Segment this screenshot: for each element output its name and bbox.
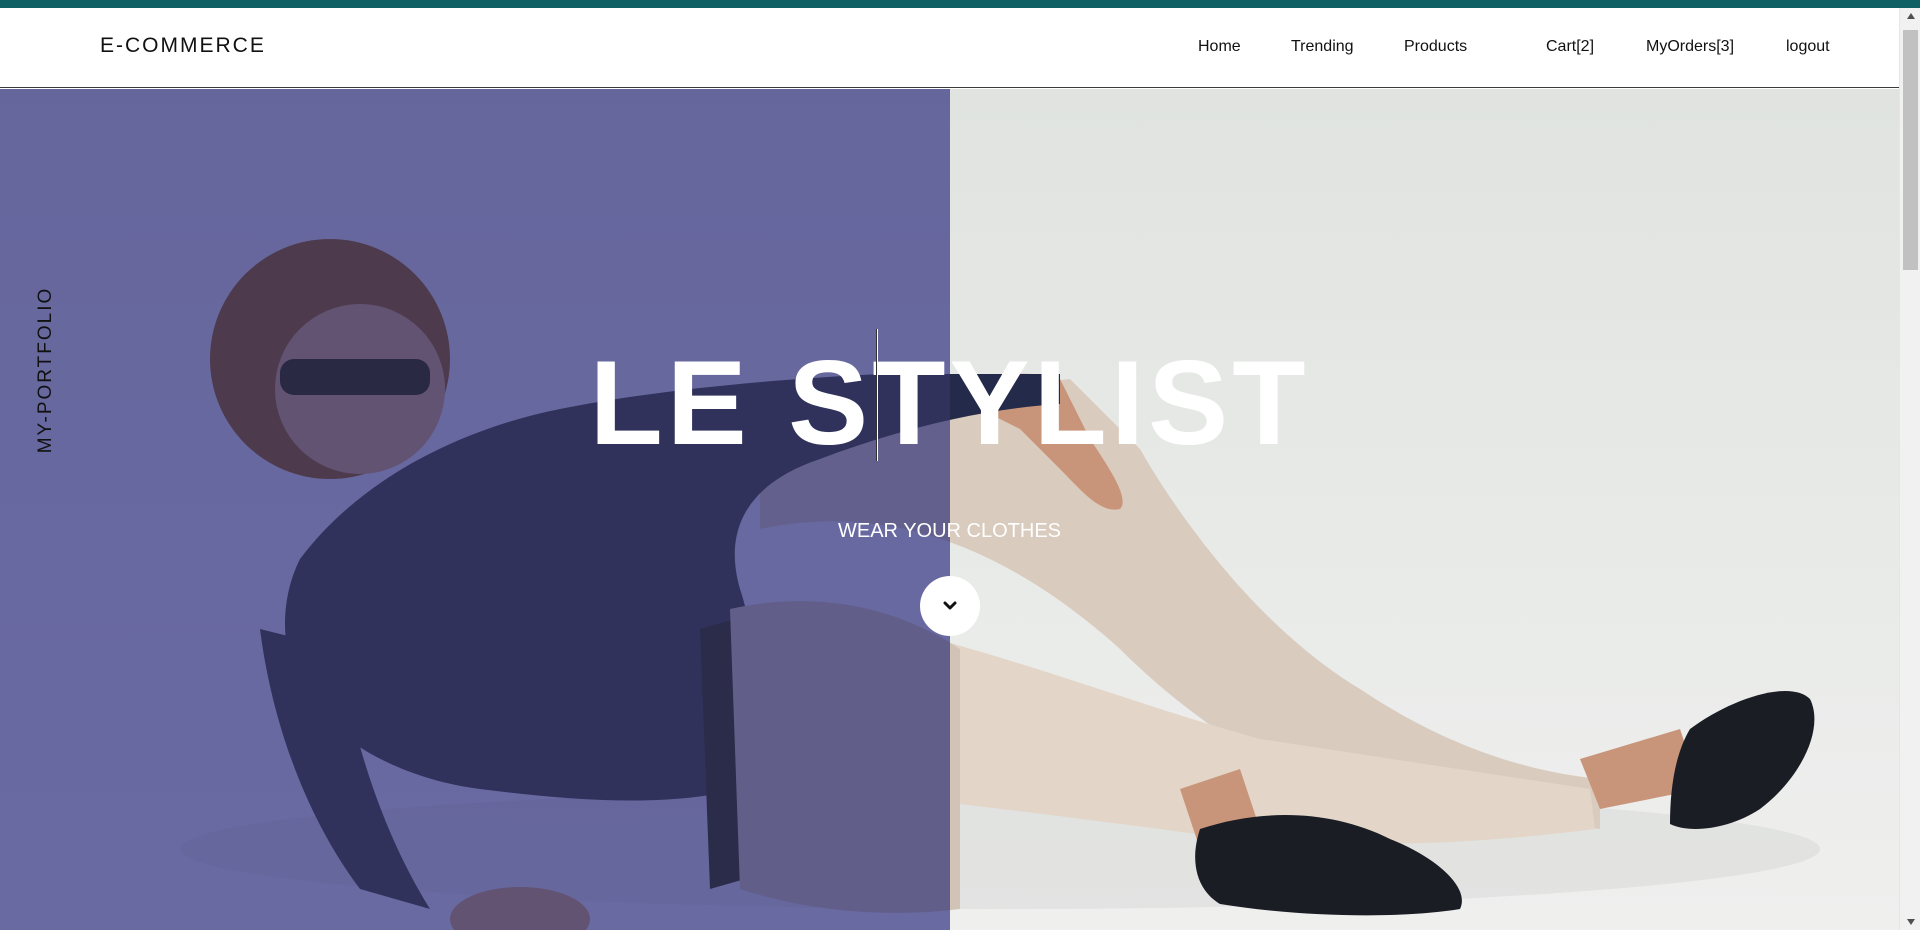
navbar: E-COMMERCE Home Trending Products Cart[2… [0,8,1899,88]
page-scrollbar[interactable] [1899,8,1920,930]
caret-up-icon [1906,13,1915,19]
hero-section: MY-PORTFOLIO LE STYLIST WEAR YOUR CLOTHE… [0,89,1899,930]
hero-title: LE STYLIST [589,336,1310,470]
scroll-down-arrow[interactable] [1900,914,1920,930]
nav-logout[interactable]: logout [1786,38,1830,56]
caret-down-icon [1906,919,1915,925]
color-overlay-tint [0,89,950,930]
scroll-up-arrow[interactable] [1900,8,1920,24]
top-accent-bar [0,0,1920,8]
text-cursor [876,329,878,461]
nav-my-orders[interactable]: MyOrders[3] [1646,38,1734,56]
nav-cart[interactable]: Cart[2] [1546,38,1594,56]
nav-trending[interactable]: Trending [1291,38,1354,56]
chevron-down-icon [943,601,957,610]
scroll-down-button[interactable] [920,576,980,636]
scrollbar-thumb[interactable] [1903,30,1918,270]
nav-products[interactable]: Products [1404,38,1467,56]
hero-subtitle: WEAR YOUR CLOTHES [838,520,1061,542]
nav-home[interactable]: Home [1198,38,1241,56]
brand-logo[interactable]: E-COMMERCE [100,34,266,58]
